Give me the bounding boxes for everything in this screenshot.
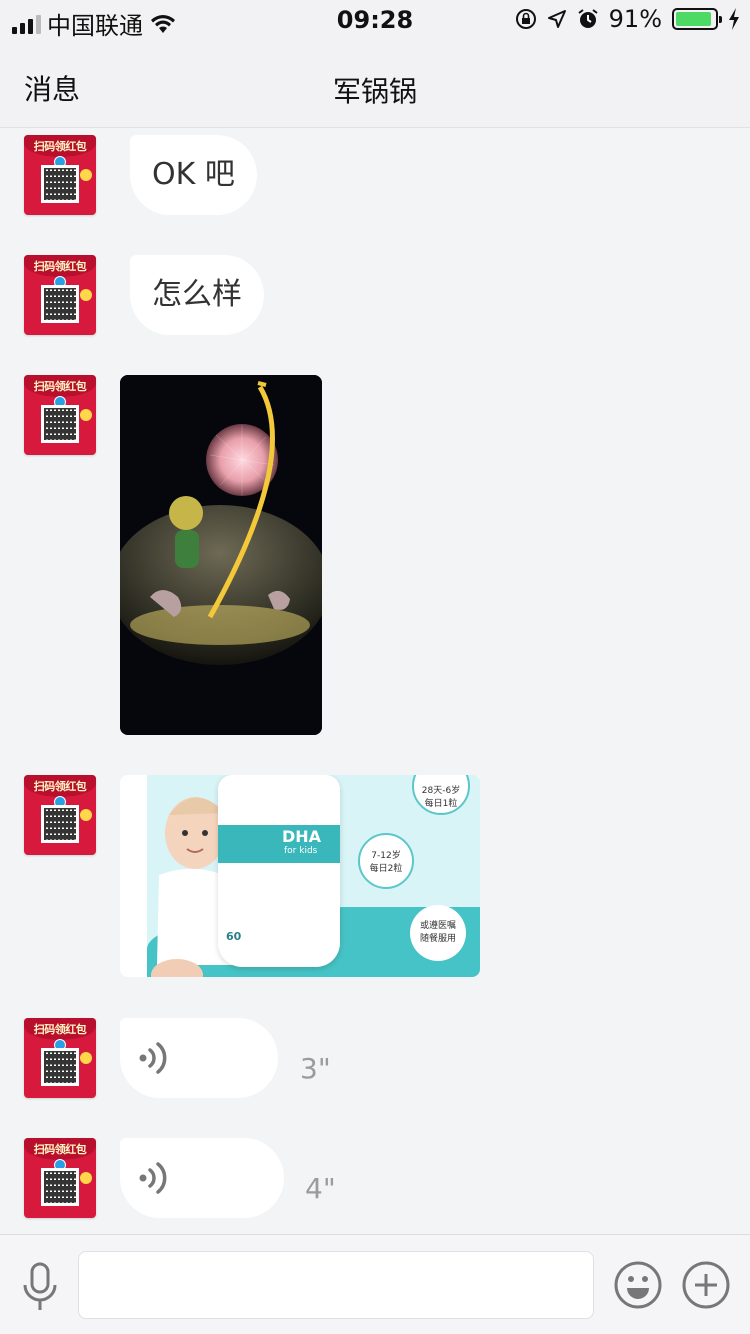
avatar[interactable]: 扫码领红包 (24, 255, 96, 335)
voice-duration: 4" (305, 1172, 336, 1205)
emoji-icon[interactable] (613, 1260, 663, 1310)
avatar[interactable]: 扫码领红包 (24, 135, 96, 215)
message-input[interactable] (78, 1251, 594, 1319)
voice-wave-icon (139, 1042, 167, 1074)
voice-duration: 3" (300, 1052, 331, 1085)
avatar[interactable]: 扫码领红包 (24, 775, 96, 855)
night-lamp-photo (120, 375, 322, 735)
battery-icon (672, 8, 722, 30)
voice-bubble[interactable] (120, 1138, 284, 1218)
voice-wave-icon (139, 1162, 167, 1194)
microphone-icon[interactable] (20, 1261, 60, 1313)
image-message-night-lamp[interactable] (120, 375, 322, 735)
rotation-lock-icon (515, 9, 536, 29)
avatar[interactable]: 扫码领红包 (24, 1138, 96, 1218)
nav-bar: 消息 军锅锅 (0, 40, 750, 128)
input-bar (0, 1234, 750, 1334)
message-text: OK 吧 (152, 157, 235, 192)
chat-title: 军锅锅 (332, 75, 417, 108)
avatar[interactable]: 扫码领红包 (24, 375, 96, 455)
dose-bubble-3: 或遵医嘱 随餐服用 (410, 905, 466, 961)
status-right: 91% (515, 5, 740, 33)
battery-fill (676, 12, 711, 26)
battery-percent: 91% (608, 5, 662, 33)
message-text: 怎么样 (152, 277, 242, 312)
dose-bubble-1: 28天-6岁 每日1粒 (412, 775, 470, 815)
location-arrow-icon (547, 10, 566, 28)
avatar[interactable]: 扫码领红包 (24, 1018, 96, 1098)
alarm-icon (578, 9, 598, 28)
dose-bubble-2: 7-12岁 每日2粒 (358, 833, 414, 889)
voice-bubble[interactable] (120, 1018, 278, 1098)
charging-bolt-icon (729, 8, 739, 30)
bottle-sub-label: for kids (284, 846, 318, 856)
plus-circle-icon[interactable] (681, 1260, 731, 1310)
product-bottle: DHA for kids 60 (218, 775, 340, 967)
bottle-capsule-count: 60 (226, 930, 242, 943)
bottle-brand-label: DHA (282, 827, 322, 846)
text-bubble[interactable]: OK 吧 (130, 135, 257, 215)
message-list[interactable]: 扫码领红包 OK 吧 扫码领红包 怎么样 扫码领红包 扫码领红包 DHA for… (0, 128, 750, 1234)
status-bar: 中国联通 09:28 91% (0, 0, 750, 40)
bottle-label-band (218, 825, 340, 863)
text-bubble[interactable]: 怎么样 (130, 255, 264, 335)
image-message-dha-ad[interactable]: DHA for kids 60 28天-6岁 每日1粒 7-12岁 每日2粒 或… (120, 775, 480, 977)
